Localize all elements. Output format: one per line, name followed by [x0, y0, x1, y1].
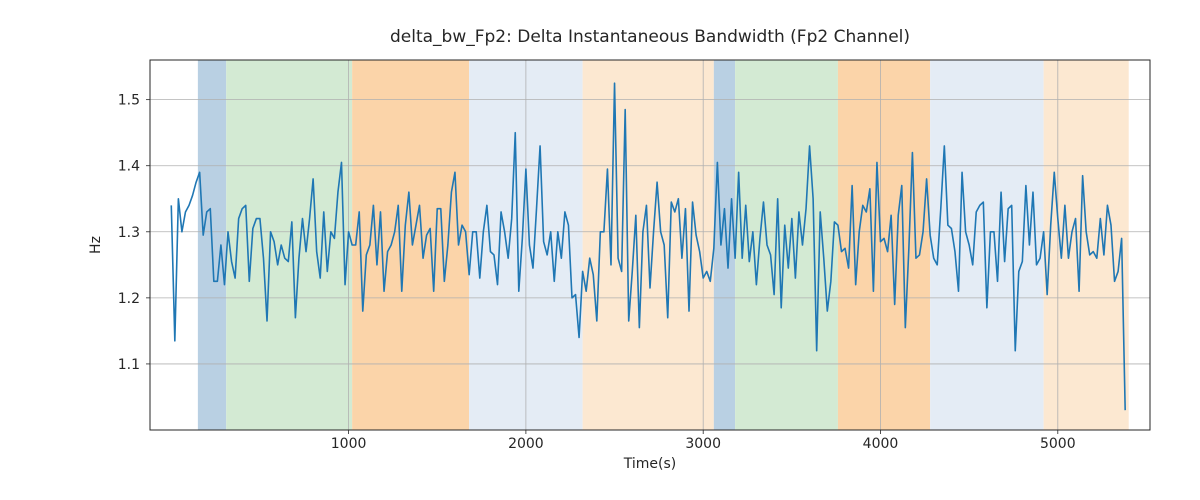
y-tick-label: 1.1: [118, 357, 140, 373]
y-tick-label: 1.5: [118, 93, 140, 109]
x-axis-label: Time(s): [623, 456, 676, 472]
y-tick-label: 1.2: [118, 291, 140, 307]
x-tick-label: 1000: [331, 436, 367, 452]
x-tick-label: 5000: [1040, 436, 1076, 452]
x-tick-label: 4000: [863, 436, 899, 452]
background-band-9: [1044, 60, 1129, 430]
x-axis: 1000 2000 3000 4000 5000: [331, 430, 1076, 452]
chart-svg: 1000 2000 3000 4000 5000 1.1 1.2 1.3 1.4 1.5 Time(…: [0, 0, 1200, 500]
y-axis-label: Hz: [88, 236, 104, 254]
plot-area: [150, 60, 1150, 430]
background-band-5: [714, 60, 735, 430]
y-axis: 1.1 1.2 1.3 1.4 1.5: [118, 93, 150, 373]
y-tick-label: 1.4: [118, 159, 140, 175]
y-tick-label: 1.3: [118, 225, 140, 241]
chart-title: delta_bw_Fp2: Delta Instantaneous Bandwi…: [390, 27, 910, 47]
background-band-8: [930, 60, 1043, 430]
chart-container: 1000 2000 3000 4000 5000 1.1 1.2 1.3 1.4 1.5 Time(…: [0, 0, 1200, 500]
x-tick-label: 2000: [508, 436, 544, 452]
x-tick-label: 3000: [685, 436, 721, 452]
